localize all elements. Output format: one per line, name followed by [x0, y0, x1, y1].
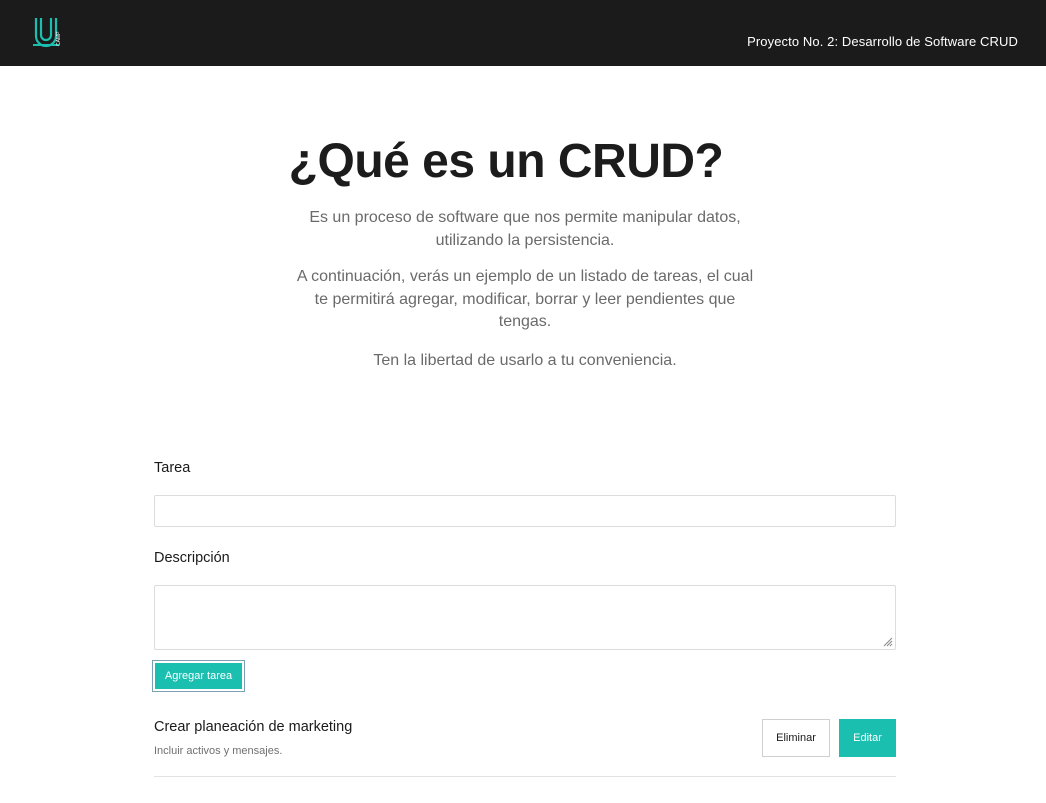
- resize-handle-icon[interactable]: [883, 637, 893, 647]
- task-label: Tarea: [154, 460, 191, 476]
- freedom-paragraph: Ten la libertad de usarlo a tu convenien…: [373, 352, 677, 369]
- delete-task-button[interactable]: Eliminar: [762, 719, 830, 757]
- task-input[interactable]: [154, 495, 896, 527]
- intro-paragraph: Es un proceso de software que nos permit…: [309, 209, 741, 249]
- description-label: Descripción: [154, 550, 230, 566]
- task-list-item: Crear planeación de marketing Incluir ac…: [154, 716, 896, 777]
- project-title: Proyecto No. 2: Desarrollo de Software C…: [747, 34, 1018, 49]
- description-textarea[interactable]: [154, 585, 896, 650]
- logo-text: CAMP: [56, 31, 62, 46]
- top-navbar: CAMP Proyecto No. 2: Desarrollo de Softw…: [0, 0, 1046, 66]
- edit-task-button[interactable]: Editar: [839, 719, 896, 757]
- ucamp-logo[interactable]: CAMP: [31, 16, 65, 50]
- add-task-button[interactable]: Agregar tarea: [152, 660, 245, 692]
- instructions-paragraph: A continuación, verás un ejemplo de un l…: [296, 268, 754, 330]
- task-description: Incluir activos y mensajes.: [154, 745, 283, 757]
- add-task-button-label: Agregar tarea: [155, 663, 242, 689]
- page-title: ¿Qué es un CRUD?: [288, 135, 724, 188]
- task-title: Crear planeación de marketing: [154, 719, 353, 735]
